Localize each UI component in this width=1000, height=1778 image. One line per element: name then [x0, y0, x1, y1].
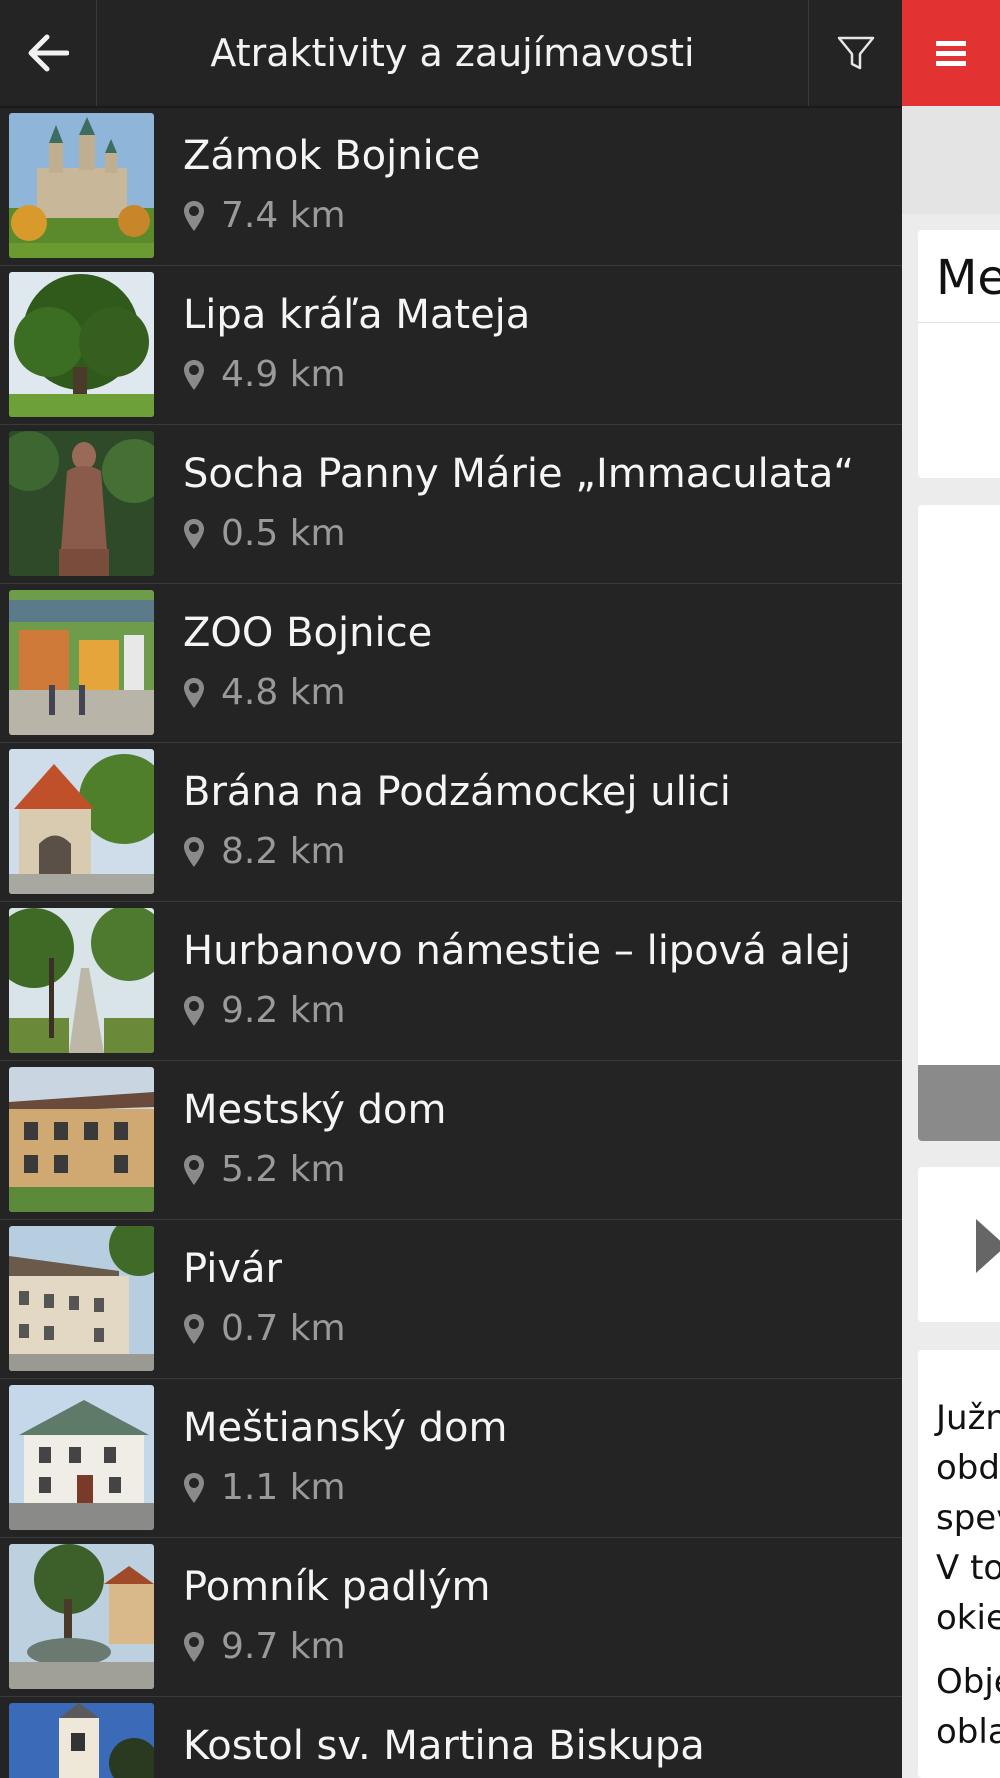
distance-value: 9.7 km	[221, 1626, 346, 1667]
place-name: Lipa kráľa Mateja	[183, 292, 531, 338]
places-drawer: Atraktivity a zaujímavosti Zámok Bojnice…	[0, 0, 902, 1778]
background-card-image	[918, 505, 1000, 1141]
location-pin-icon	[184, 1631, 204, 1662]
distance-value: 4.8 km	[221, 672, 346, 713]
list-item[interactable]: Brána na Podzámockej ulici 8.2 km	[0, 743, 902, 902]
text-line: obd	[936, 1448, 1000, 1488]
list-item[interactable]: Pivár 0.7 km	[0, 1220, 902, 1379]
location-pin-icon	[184, 1154, 204, 1185]
place-name: Pivár	[183, 1246, 282, 1292]
text-line: obla	[936, 1712, 1000, 1752]
place-thumbnail	[9, 1544, 154, 1689]
background-toolbar	[902, 106, 1000, 214]
place-name: ZOO Bojnice	[183, 610, 433, 656]
card-title: Me	[936, 250, 1000, 306]
place-distance: 4.9 km	[183, 354, 346, 395]
list-item[interactable]: Zámok Bojnice 7.4 km	[0, 107, 902, 266]
place-name: Zámok Bojnice	[183, 133, 481, 179]
place-thumbnail	[9, 908, 154, 1053]
place-distance: 1.1 km	[183, 1467, 346, 1508]
location-pin-icon	[184, 836, 204, 867]
distance-value: 0.5 km	[221, 513, 346, 554]
list-item[interactable]: Kostol sv. Martina Biskupa	[0, 1697, 902, 1778]
location-pin-icon	[184, 200, 204, 231]
text-line: spev	[936, 1498, 1000, 1538]
text-line: Obje	[936, 1662, 1000, 1702]
filter-icon	[837, 36, 874, 70]
place-name: Hurbanovo námestie – lipová alej	[183, 928, 851, 974]
location-pin-icon	[184, 1313, 204, 1344]
list-item[interactable]: Socha Panny Márie „Immaculata“ 0.5 km	[0, 425, 902, 584]
image-caption-bar	[918, 1065, 1000, 1141]
distance-value: 1.1 km	[221, 1467, 346, 1508]
place-name: Meštianský dom	[183, 1405, 508, 1451]
places-list: Zámok Bojnice 7.4 km Lipa kráľa Mateja 4…	[0, 107, 902, 1778]
place-thumbnail	[9, 431, 154, 576]
place-distance: 5.2 km	[183, 1149, 346, 1190]
background-card-audio	[918, 1167, 1000, 1322]
place-distance: 4.8 km	[183, 672, 346, 713]
background-card-title: Me	[918, 230, 1000, 478]
place-distance: 9.2 km	[183, 990, 346, 1031]
location-pin-icon	[184, 1472, 204, 1503]
place-thumbnail	[9, 1703, 154, 1778]
distance-value: 9.2 km	[221, 990, 346, 1031]
play-icon	[976, 1219, 1000, 1273]
place-distance: 0.7 km	[183, 1308, 346, 1349]
location-pin-icon	[184, 995, 204, 1026]
place-thumbnail	[9, 1385, 154, 1530]
place-thumbnail	[9, 1226, 154, 1371]
hamburger-menu-icon	[936, 41, 966, 66]
text-line: Južn	[936, 1398, 1000, 1438]
place-distance: 8.2 km	[183, 831, 346, 872]
place-thumbnail	[9, 590, 154, 735]
list-item[interactable]: Mestský dom 5.2 km	[0, 1061, 902, 1220]
menu-button[interactable]	[902, 0, 1000, 106]
top-bar: Atraktivity a zaujímavosti	[0, 0, 902, 108]
place-name: Brána na Podzámockej ulici	[183, 769, 731, 815]
distance-value: 7.4 km	[221, 195, 346, 236]
distance-value: 5.2 km	[221, 1149, 346, 1190]
list-item[interactable]: Pomník padlým 9.7 km	[0, 1538, 902, 1697]
text-line: V to	[936, 1548, 1000, 1588]
location-pin-icon	[184, 359, 204, 390]
distance-value: 4.9 km	[221, 354, 346, 395]
place-distance: 7.4 km	[183, 195, 346, 236]
location-pin-icon	[184, 518, 204, 549]
text-line: okie	[936, 1598, 1000, 1638]
list-item[interactable]: ZOO Bojnice 4.8 km	[0, 584, 902, 743]
list-item[interactable]: Lipa kráľa Mateja 4.9 km	[0, 266, 902, 425]
place-distance: 0.5 km	[183, 513, 346, 554]
place-thumbnail	[9, 1067, 154, 1212]
place-name: Kostol sv. Martina Biskupa	[183, 1723, 705, 1769]
place-name: Pomník padlým	[183, 1564, 491, 1610]
place-name: Socha Panny Márie „Immaculata“	[183, 451, 855, 497]
back-button[interactable]	[0, 0, 97, 106]
place-name: Mestský dom	[183, 1087, 447, 1133]
arrow-left-icon	[28, 34, 69, 72]
place-thumbnail	[9, 272, 154, 417]
place-thumbnail	[9, 113, 154, 258]
location-pin-icon	[184, 677, 204, 708]
list-item[interactable]: Hurbanovo námestie – lipová alej 9.2 km	[0, 902, 902, 1061]
place-distance: 9.7 km	[183, 1626, 346, 1667]
page-title: Atraktivity a zaujímavosti	[210, 31, 695, 75]
divider	[918, 322, 1000, 323]
distance-value: 0.7 km	[221, 1308, 346, 1349]
filter-button[interactable]	[808, 0, 902, 106]
background-card-text: Južn obd spev V to okie Obje obla	[918, 1350, 1000, 1778]
list-item[interactable]: Meštianský dom 1.1 km	[0, 1379, 902, 1538]
place-thumbnail	[9, 749, 154, 894]
distance-value: 8.2 km	[221, 831, 346, 872]
